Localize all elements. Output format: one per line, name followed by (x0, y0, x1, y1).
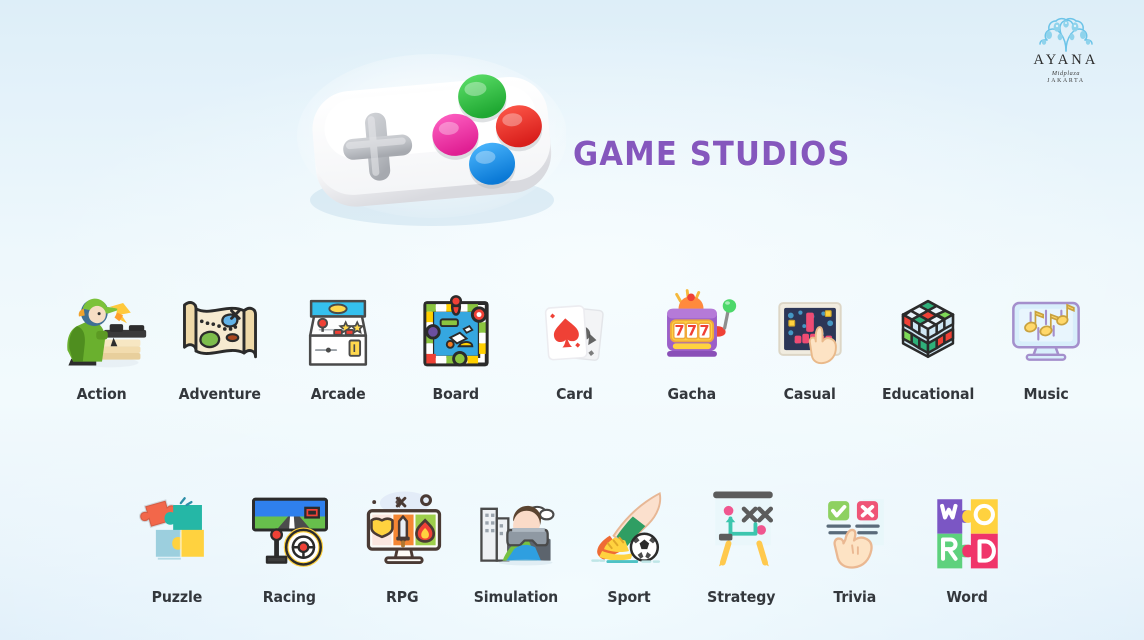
category-item-trivia[interactable]: Trivia (798, 478, 911, 606)
category-item-simulation[interactable]: Simulation (459, 478, 572, 606)
category-label: Strategy (707, 588, 776, 606)
category-label: Sport (606, 588, 651, 606)
svg-text:7: 7 (687, 324, 697, 340)
category-item-card[interactable]: Card (515, 278, 633, 403)
category-label: Board (432, 385, 480, 403)
category-item-puzzle[interactable]: Puzzle (120, 478, 233, 606)
whiteboard-tactics-icon (694, 478, 790, 576)
category-label: Educational (881, 385, 975, 403)
category-item-board[interactable]: Board (397, 278, 515, 403)
category-item-gacha[interactable]: 777 Gacha (633, 278, 751, 403)
steering-wheel-icon (242, 478, 338, 576)
category-label: Casual (783, 385, 837, 403)
playing-cards-icon (526, 278, 622, 376)
category-item-educational[interactable]: Educational (869, 278, 987, 403)
slide-canvas: AYANA Midplaza JAKARTA GAME STUDIOS Acti… (0, 0, 1144, 640)
soccer-kick-icon (581, 478, 677, 576)
page-title: GAME STUDIOS (573, 134, 851, 173)
category-label: Adventure (178, 385, 262, 403)
category-label: RPG (386, 588, 419, 606)
word-puzzle-tiles-icon (920, 478, 1016, 576)
category-label: Simulation (473, 588, 558, 606)
quiz-check-cross-icon (807, 478, 903, 576)
soldier-gun-icon (54, 278, 150, 376)
rubiks-cube-icon (880, 278, 976, 376)
category-item-racing[interactable]: Racing (233, 478, 346, 606)
category-item-casual[interactable]: Casual (751, 278, 869, 403)
category-row-1: Action Adventure Arcade Board Card 7 7 7… (0, 278, 1144, 403)
gamepad-icon (296, 48, 567, 228)
category-label: Trivia (833, 588, 876, 606)
category-item-adventure[interactable]: Adventure (161, 278, 279, 403)
arcade-cabinet-icon (290, 278, 386, 376)
vr-headset-person-icon (468, 478, 564, 576)
slot-machine-777-icon: 777 (644, 278, 740, 376)
category-label: Card (555, 385, 593, 403)
category-label: Gacha (667, 385, 717, 403)
category-label: Word (946, 588, 989, 606)
category-label: Racing (262, 588, 317, 606)
category-item-action[interactable]: Action (43, 278, 161, 403)
board-game-icon (408, 278, 504, 376)
category-item-music[interactable]: Music (987, 278, 1105, 403)
svg-text:7: 7 (675, 324, 685, 340)
category-item-word[interactable]: Word (911, 478, 1024, 606)
music-monitor-icon (998, 278, 1094, 376)
svg-text:7: 7 (699, 324, 709, 340)
jigsaw-pieces-icon (129, 478, 225, 576)
treasure-map-icon (172, 278, 268, 376)
category-label: Action (76, 385, 127, 403)
category-row-2: Puzzle Racing RPG Simulation Sport Strat… (0, 478, 1144, 606)
hero-section: GAME STUDIOS (0, 40, 1144, 235)
category-label: Arcade (310, 385, 366, 403)
tap-game-screen-icon (762, 278, 858, 376)
category-item-rpg[interactable]: RPG (346, 478, 459, 606)
category-label: Puzzle (151, 588, 202, 606)
category-item-arcade[interactable]: Arcade (279, 278, 397, 403)
category-label: Music (1023, 385, 1069, 403)
category-item-strategy[interactable]: Strategy (685, 478, 798, 606)
rpg-monitor-icon (355, 478, 451, 576)
category-item-sport[interactable]: Sport (572, 478, 685, 606)
